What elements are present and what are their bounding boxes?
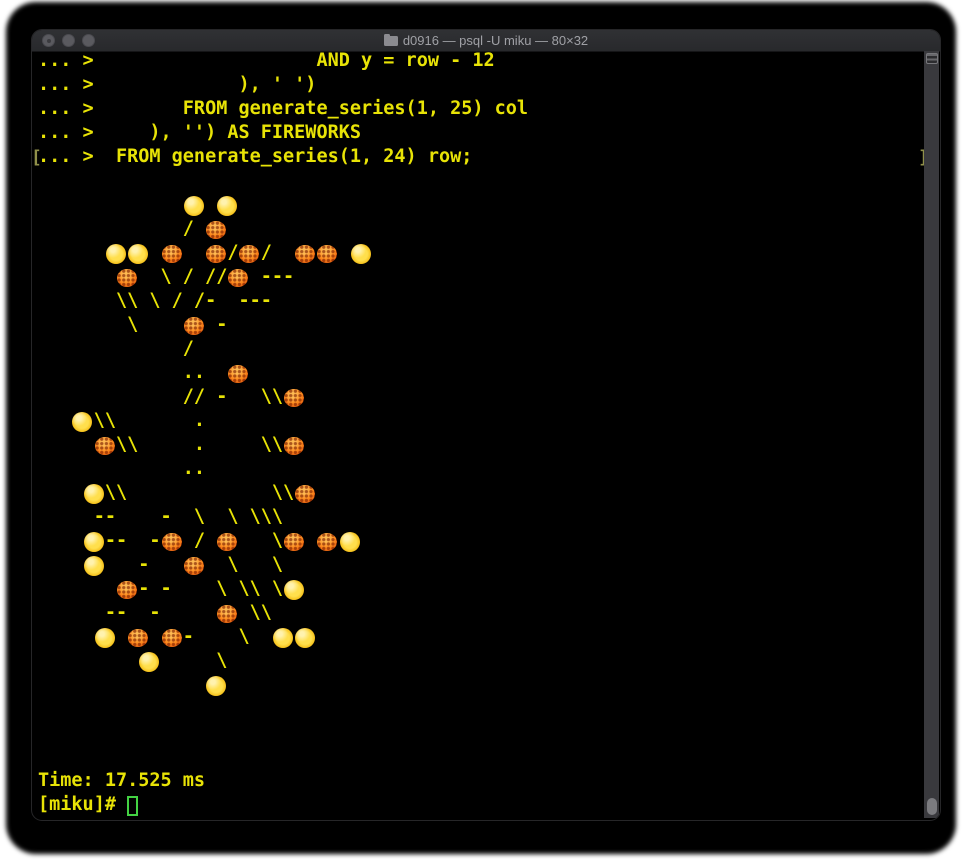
- orange-firework-emoji: [283, 386, 305, 410]
- scrollbar-thumb[interactable]: [926, 798, 937, 815]
- orange-firework-emoji: [316, 242, 338, 266]
- titlebar[interactable]: d0916 — psql -U miku — 80×32: [32, 30, 940, 52]
- orange-firework-emoji: [161, 626, 183, 650]
- yellow-ball-emoji: [283, 578, 305, 602]
- orange-firework-emoji: [116, 578, 138, 602]
- terminal-line: -- - \ \ \\\: [38, 506, 284, 527]
- yellow-ball-emoji: [294, 626, 316, 650]
- terminal-line: \: [38, 650, 930, 674]
- yellow-ball-emoji: [272, 626, 294, 650]
- orange-firework-emoji: [116, 266, 138, 290]
- orange-firework-emoji: [205, 242, 227, 266]
- orange-firework-emoji: [283, 530, 305, 554]
- orange-firework-emoji: [161, 530, 183, 554]
- scrollbar-track[interactable]: [924, 51, 939, 818]
- terminal-line: \ -: [38, 314, 930, 338]
- orange-firework-emoji: [316, 530, 338, 554]
- terminal-line: ..: [38, 458, 206, 479]
- terminal-line: -- - / \: [38, 530, 930, 554]
- yellow-ball-emoji: [127, 242, 149, 266]
- terminal-line: \\ . \\: [38, 434, 930, 458]
- yellow-ball-emoji: [183, 194, 205, 218]
- terminal-line: ... > FROM generate_series(1, 25) col: [38, 98, 529, 119]
- orange-firework-emoji: [238, 242, 260, 266]
- terminal-line: ... > ), ' '): [38, 74, 317, 95]
- orange-firework-emoji: [227, 362, 249, 386]
- orange-firework-emoji: [127, 626, 149, 650]
- terminal-screen[interactable]: ... > AND y = row - 12 ... > ), ' ') ... >…: [32, 50, 930, 820]
- traffic-lights: [42, 34, 95, 47]
- terminal-line: \\ \ / /- ---: [38, 290, 272, 311]
- yellow-ball-emoji: [83, 530, 105, 554]
- yellow-ball-emoji: [83, 554, 105, 578]
- zoom-button[interactable]: [82, 34, 95, 47]
- terminal-line: ... > FROM generate_series(1, 24) row;: [38, 146, 473, 167]
- terminal-line: [38, 194, 930, 218]
- terminal-line: ... > ), '') AS FIREWORKS: [38, 122, 362, 143]
- terminal-cursor: [127, 796, 139, 816]
- yellow-ball-emoji: [216, 194, 238, 218]
- terminal-line: ..: [38, 362, 930, 386]
- yellow-ball-emoji: [94, 626, 116, 650]
- orange-firework-emoji: [205, 218, 227, 242]
- orange-firework-emoji: [294, 482, 316, 506]
- terminal-line: // - \\: [38, 386, 930, 410]
- terminal-line: /: [38, 338, 194, 359]
- terminal-line: [38, 674, 930, 698]
- terminal-line: - \: [38, 626, 930, 650]
- orange-firework-emoji: [183, 314, 205, 338]
- window-title-text: d0916 — psql -U miku — 80×32: [402, 33, 589, 48]
- yellow-ball-emoji: [350, 242, 372, 266]
- folder-icon: [383, 33, 398, 46]
- orange-firework-emoji: [183, 554, 205, 578]
- prompt-mark-left: [: [32, 147, 42, 168]
- terminal-line: - - \ \\ \: [38, 578, 930, 602]
- orange-firework-emoji: [94, 434, 116, 458]
- terminal-line: / /: [38, 242, 930, 266]
- terminal-line: /: [38, 218, 930, 242]
- split-pane-button[interactable]: [925, 53, 938, 64]
- terminal-window: d0916 — psql -U miku — 80×32 ... > AND y…: [32, 30, 940, 820]
- yellow-ball-emoji: [339, 530, 361, 554]
- minimize-button[interactable]: [62, 34, 75, 47]
- terminal-line: -- - \\: [38, 602, 930, 626]
- terminal-line: [miku]#: [38, 794, 128, 815]
- yellow-ball-emoji: [105, 242, 127, 266]
- yellow-ball-emoji: [83, 482, 105, 506]
- yellow-ball-emoji: [138, 650, 160, 674]
- yellow-ball-emoji: [71, 410, 93, 434]
- yellow-ball-emoji: [205, 674, 227, 698]
- terminal-line: \ / // ---: [38, 266, 930, 290]
- orange-firework-emoji: [216, 602, 238, 626]
- terminal-line: \\ \\: [38, 482, 930, 506]
- window-title: d0916 — psql -U miku — 80×32: [383, 33, 589, 48]
- terminal-line: ... > AND y = row - 12: [38, 50, 495, 71]
- terminal-line: \\ .: [38, 410, 930, 434]
- orange-firework-emoji: [283, 434, 305, 458]
- orange-firework-emoji: [216, 530, 238, 554]
- orange-firework-emoji: [161, 242, 183, 266]
- terminal-line: - \ \: [38, 554, 930, 578]
- orange-firework-emoji: [227, 266, 249, 290]
- close-button[interactable]: [42, 34, 55, 47]
- terminal-line: Time: 17.525 ms: [38, 770, 206, 791]
- orange-firework-emoji: [294, 242, 316, 266]
